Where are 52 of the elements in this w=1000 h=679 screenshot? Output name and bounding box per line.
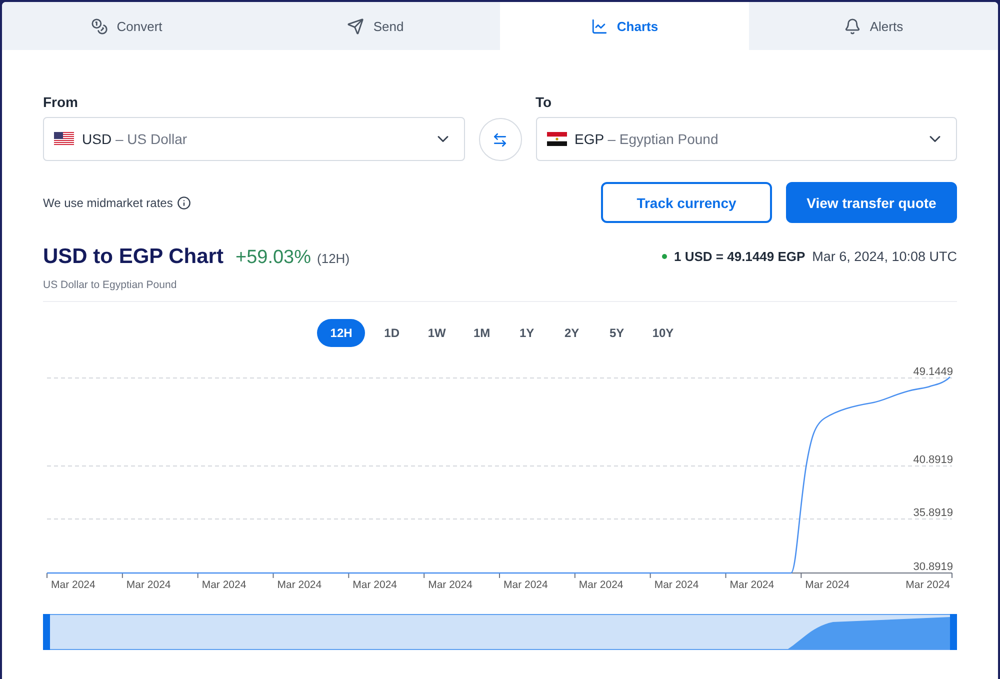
field-label: From <box>43 94 79 110</box>
exchange-rate: 1 USD = 49.1449 EGP <box>674 249 806 264</box>
axis-label: Mar 2024 <box>805 579 850 591</box>
axis-label: Mar 2024 <box>730 579 774 591</box>
range-tab[interactable]: 12H <box>317 319 366 347</box>
axis-label: Mar 2024 <box>654 579 699 591</box>
flag-icon <box>546 132 566 146</box>
axis-label: Mar 2024 <box>352 579 398 591</box>
change-percent: +59.03% <box>235 247 312 269</box>
axis-label: Mar 2024 <box>51 579 96 591</box>
line-chart-icon <box>590 18 608 34</box>
range-tab[interactable]: 1D <box>373 319 410 347</box>
axis-label: Mar 2024 <box>277 579 322 591</box>
flag-icon <box>54 132 74 146</box>
range-handle[interactable] <box>43 614 50 650</box>
range-tab[interactable]: 1Y <box>508 319 546 347</box>
live-dot <box>662 254 667 259</box>
change-period: (12H) <box>317 251 350 266</box>
axis-label: Mar 2024 <box>504 579 548 591</box>
swap-arrows-icon <box>492 132 508 148</box>
axis-label: Mar 2024 <box>202 579 246 591</box>
axis-label: Mar 2024 <box>578 579 624 591</box>
axis-label: 35.8919 <box>913 507 953 519</box>
action-button[interactable]: Track currency <box>601 182 772 223</box>
action-button[interactable]: View transfer quote <box>786 182 957 223</box>
chart-title: USD to EGP Chart <box>43 245 224 269</box>
rate-timestamp: Mar 6, 2024, 10:08 UTC <box>812 249 957 264</box>
axis-label: 49.1449 <box>913 366 953 378</box>
axis-label: Mar 2024 <box>428 579 472 591</box>
tab[interactable]: Alerts <box>749 2 998 50</box>
chart-subtitle: US Dollar to Egyptian Pound <box>43 279 178 291</box>
range-tab[interactable]: 5Y <box>598 319 636 347</box>
info-icon[interactable] <box>176 196 191 210</box>
currency-select[interactable]: EGP – Egyptian Pound <box>536 117 957 161</box>
rates-note: We use midmarket rates <box>43 196 173 210</box>
field-label: To <box>536 94 553 110</box>
tab[interactable]: Convert <box>2 2 251 50</box>
axis-label: 30.8919 <box>913 561 953 573</box>
range-tab[interactable]: 10Y <box>643 319 683 347</box>
range-tab[interactable]: 2Y <box>553 319 590 347</box>
send-icon <box>347 18 364 34</box>
tab[interactable]: Send <box>251 2 500 50</box>
coins-icon <box>90 18 108 34</box>
currency-select[interactable]: USD – US Dollar <box>43 117 464 161</box>
axis-label: Mar 2024 <box>906 579 950 591</box>
range-handle[interactable] <box>950 614 957 650</box>
axis-label: 40.8919 <box>913 454 953 466</box>
range-tab[interactable]: 1W <box>418 319 456 347</box>
bell-icon <box>844 18 861 34</box>
axis-label: Mar 2024 <box>126 579 171 591</box>
swap-button[interactable] <box>478 118 522 161</box>
range-tab[interactable]: 1M <box>463 319 500 347</box>
